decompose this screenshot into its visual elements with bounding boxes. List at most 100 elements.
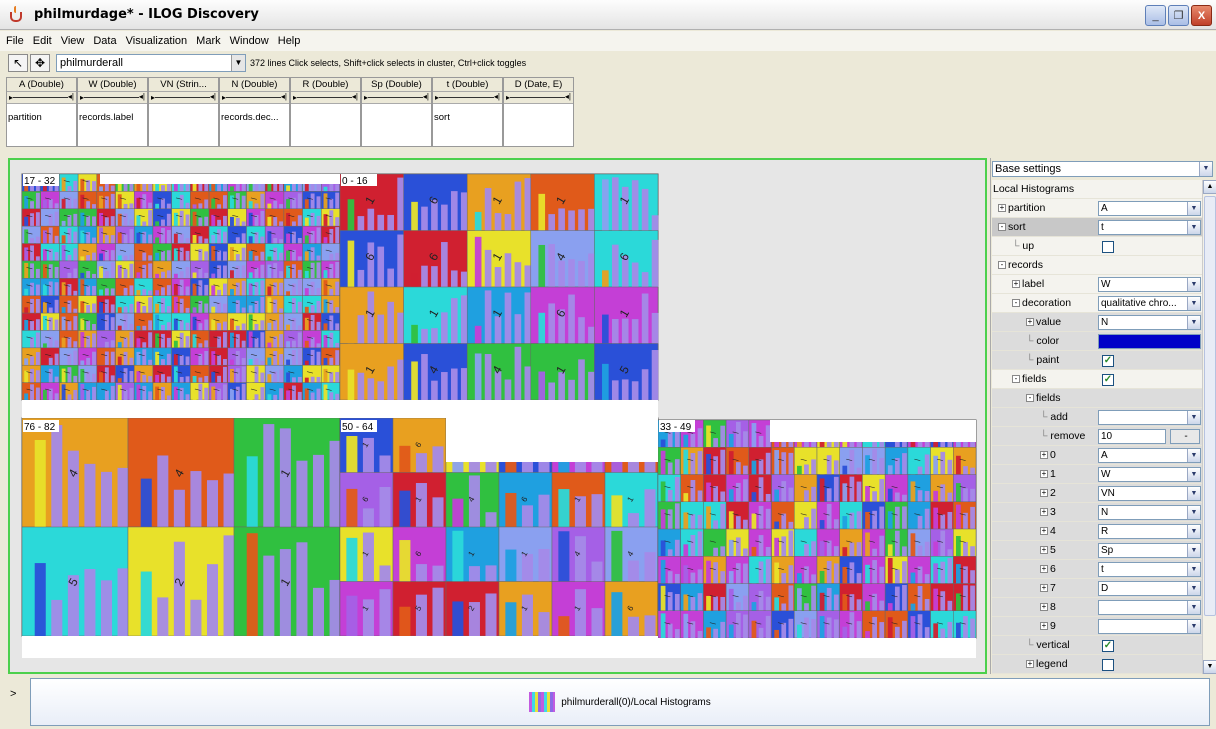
maximize-button[interactable]: ❐: [1168, 5, 1189, 26]
property-row-4[interactable]: +4 R ▼: [992, 522, 1202, 541]
property-checkbox[interactable]: [1102, 241, 1114, 253]
column-4[interactable]: R (Double) ▸ ◂|: [290, 77, 361, 147]
tree-expander-icon[interactable]: +: [1026, 660, 1034, 669]
dataset-select[interactable]: philmurderall ▼: [56, 54, 246, 72]
property-row-partition[interactable]: + partition A ▼: [992, 199, 1202, 218]
property-combo[interactable]: A ▼: [1098, 448, 1201, 463]
property-row-decoration[interactable]: - decoration qualitative chro... ▼: [992, 294, 1202, 313]
pan-tool-icon[interactable]: ✥: [30, 54, 50, 72]
property-row-label[interactable]: + label W ▼: [992, 275, 1202, 294]
property-row-5[interactable]: +5 Sp ▼: [992, 541, 1202, 560]
tree-expander-icon[interactable]: +: [1040, 451, 1048, 460]
property-combo[interactable]: ▼: [1098, 619, 1201, 634]
column-header[interactable]: D (Date, E): [504, 78, 573, 92]
remove-button[interactable]: -: [1170, 429, 1200, 444]
tree-expander-icon[interactable]: +: [1026, 318, 1034, 327]
property-row-color[interactable]: └ color: [992, 332, 1202, 351]
property-combo[interactable]: N ▼: [1098, 315, 1201, 330]
scroll-up-icon[interactable]: ▲: [1203, 180, 1216, 194]
range-slider[interactable]: ▸ ◂|: [433, 92, 502, 104]
property-combo[interactable]: D ▼: [1098, 581, 1201, 596]
tree-expander-icon[interactable]: +: [1040, 546, 1048, 555]
column-header[interactable]: R (Double): [291, 78, 360, 92]
property-row-6[interactable]: +6 t ▼: [992, 560, 1202, 579]
property-row-7[interactable]: +7 D ▼: [992, 579, 1202, 598]
tree-expander-icon[interactable]: -: [998, 223, 1006, 232]
range-slider[interactable]: ▸ ◂|: [7, 92, 76, 104]
property-row-2[interactable]: +2 VN ▼: [992, 484, 1202, 503]
base-settings-select[interactable]: Base settings ▼: [992, 161, 1213, 177]
local-histograms-view[interactable]: \ \\ \ \ \ \ \ \ \ \ \ \ \ \ \ \ \ \\ \ \ \ \ \ \ \ \ \ \ \ \ \ \ \ \\ \ \ \…: [10, 160, 985, 672]
range-slider[interactable]: ▸ ◂|: [504, 92, 573, 104]
property-combo[interactable]: qualitative chro... ▼: [1098, 296, 1201, 311]
tree-expander-icon[interactable]: -: [998, 261, 1006, 270]
view-thumbnail-icon[interactable]: [529, 692, 556, 712]
menu-window[interactable]: Window: [230, 35, 269, 47]
select-tool-icon[interactable]: ↖: [8, 54, 28, 72]
remove-field[interactable]: 10: [1098, 429, 1166, 444]
property-combo[interactable]: Sp ▼: [1098, 543, 1201, 558]
property-row-9[interactable]: +9 ▼: [992, 617, 1202, 636]
minimize-button[interactable]: _: [1145, 5, 1166, 26]
expand-arrow-icon[interactable]: >: [10, 688, 16, 700]
range-slider[interactable]: ▸ ◂|: [78, 92, 147, 104]
range-slider[interactable]: ▸ ◂|: [149, 92, 218, 104]
column-7[interactable]: D (Date, E) ▸ ◂|: [503, 77, 574, 147]
property-row-1[interactable]: +1 W ▼: [992, 465, 1202, 484]
menu-view[interactable]: View: [61, 35, 85, 47]
property-checkbox[interactable]: ✓: [1102, 355, 1114, 367]
menu-edit[interactable]: Edit: [33, 35, 52, 47]
property-row-fields[interactable]: - fields ✓: [992, 370, 1202, 389]
property-combo[interactable]: ▼: [1098, 410, 1201, 425]
tree-expander-icon[interactable]: +: [1040, 508, 1048, 517]
column-header[interactable]: W (Double): [78, 78, 147, 92]
property-row-0[interactable]: +0 A ▼: [992, 446, 1202, 465]
property-combo[interactable]: R ▼: [1098, 524, 1201, 539]
column-header[interactable]: t (Double): [433, 78, 502, 92]
property-row-legend[interactable]: + legend: [992, 655, 1202, 674]
property-row-paint[interactable]: └ paint ✓: [992, 351, 1202, 370]
scroll-thumb[interactable]: [1204, 196, 1216, 616]
property-row-up[interactable]: └ up: [992, 237, 1202, 256]
column-header[interactable]: A (Double): [7, 78, 76, 92]
property-checkbox[interactable]: [1102, 659, 1114, 671]
property-checkbox[interactable]: ✓: [1102, 640, 1114, 652]
tree-expander-icon[interactable]: +: [1012, 280, 1020, 289]
property-combo[interactable]: VN ▼: [1098, 486, 1201, 501]
tree-expander-icon[interactable]: +: [1040, 470, 1048, 479]
column-header[interactable]: VN (Strin...: [149, 78, 218, 92]
column-6[interactable]: t (Double) ▸ ◂| sort: [432, 77, 503, 147]
menu-visualization[interactable]: Visualization: [126, 35, 188, 47]
property-row-value[interactable]: + value N ▼: [992, 313, 1202, 332]
property-combo[interactable]: ▼: [1098, 600, 1201, 615]
property-row-records[interactable]: - records: [992, 256, 1202, 275]
close-button[interactable]: X: [1191, 5, 1212, 26]
property-row-add[interactable]: └ add ▼: [992, 408, 1202, 427]
range-slider[interactable]: ▸ ◂|: [291, 92, 360, 104]
scroll-down-icon[interactable]: ▼: [1203, 660, 1216, 674]
property-row-3[interactable]: +3 N ▼: [992, 503, 1202, 522]
property-combo[interactable]: A ▼: [1098, 201, 1201, 216]
column-3[interactable]: N (Double) ▸ ◂| records.dec...: [219, 77, 290, 147]
color-swatch[interactable]: [1098, 334, 1201, 349]
property-scrollbar[interactable]: ▲ ▼: [1202, 180, 1216, 674]
tree-expander-icon[interactable]: -: [1026, 394, 1034, 403]
column-5[interactable]: Sp (Double) ▸ ◂|: [361, 77, 432, 147]
range-slider[interactable]: ▸ ◂|: [362, 92, 431, 104]
tree-expander-icon[interactable]: +: [1040, 527, 1048, 536]
tree-expander-icon[interactable]: +: [998, 204, 1006, 213]
column-header[interactable]: Sp (Double): [362, 78, 431, 92]
column-header[interactable]: N (Double): [220, 78, 289, 92]
menu-file[interactable]: File: [6, 35, 24, 47]
column-1[interactable]: W (Double) ▸ ◂| records.label: [77, 77, 148, 147]
tree-expander-icon[interactable]: +: [1040, 622, 1048, 631]
tree-expander-icon[interactable]: +: [1040, 565, 1048, 574]
property-row-remove[interactable]: └ remove 10-: [992, 427, 1202, 446]
tree-expander-icon[interactable]: -: [1012, 375, 1020, 384]
menu-help[interactable]: Help: [278, 35, 301, 47]
column-2[interactable]: VN (Strin... ▸ ◂|: [148, 77, 219, 147]
tree-expander-icon[interactable]: +: [1040, 584, 1048, 593]
property-row-vertical[interactable]: └ vertical ✓: [992, 636, 1202, 655]
property-checkbox[interactable]: ✓: [1102, 374, 1114, 386]
property-combo[interactable]: W ▼: [1098, 467, 1201, 482]
